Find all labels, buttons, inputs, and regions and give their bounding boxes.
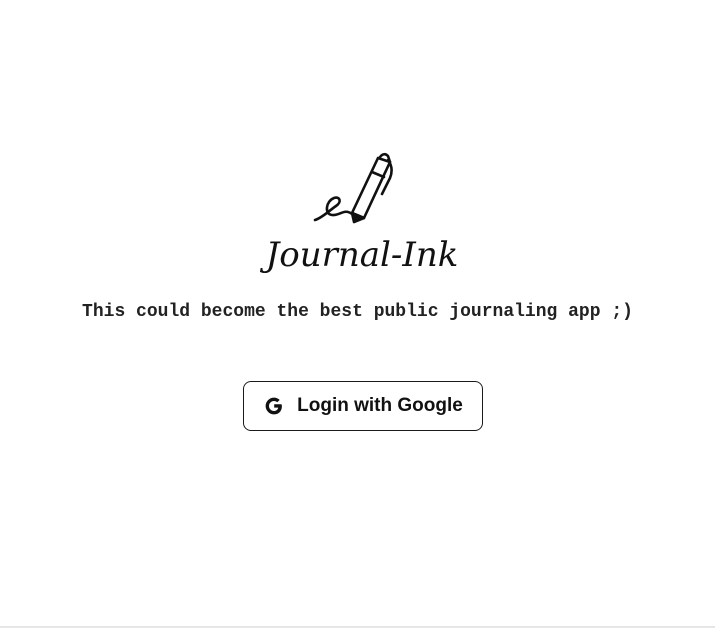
tagline: This could become the best public journa… (82, 302, 633, 322)
login-button-label: Login with Google (297, 395, 463, 416)
login-page: Journal-Ink This could become the best p… (0, 0, 715, 628)
pen-signature-icon: Journal-Ink (260, 152, 458, 275)
login-with-google-button[interactable]: Login with Google (243, 381, 483, 431)
app-logo: Journal-Ink (260, 148, 465, 278)
google-icon (263, 395, 285, 417)
logo-text: Journal-Ink (260, 235, 458, 275)
